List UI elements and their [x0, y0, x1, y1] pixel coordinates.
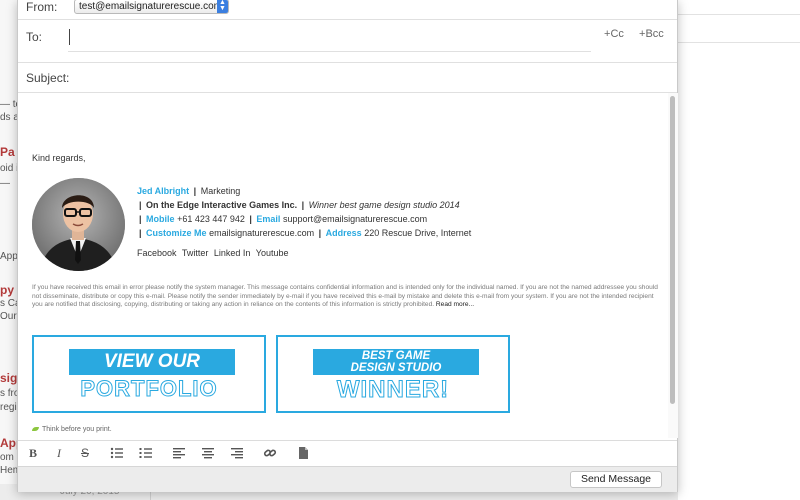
format-toolbar: B I S: [18, 440, 677, 466]
read-more-link[interactable]: Read more...: [436, 301, 474, 308]
banner-line-2: DESIGN STUDIO: [350, 362, 442, 374]
signature-line-1: Jed Albright | Marketing: [137, 186, 241, 196]
signature-role: Marketing: [200, 186, 241, 196]
signature-tagline: Winner best game design studio 2014: [308, 200, 460, 210]
disclaimer: If you have received this email in error…: [32, 284, 662, 310]
reading-pane-background: [678, 0, 800, 500]
add-cc-button[interactable]: +Cc: [604, 28, 624, 40]
bcc-label: Bcc: [645, 28, 664, 40]
mobile-label: Mobile: [146, 214, 175, 224]
banner-bottom-text: WINNER!: [336, 376, 450, 404]
banner-bottom-text: PORTFOLIO: [80, 376, 218, 402]
social-link-twitter[interactable]: Twitter: [182, 248, 209, 258]
leaf-icon: [32, 427, 39, 432]
banner-top-text: BEST GAME DESIGN STUDIO: [313, 349, 479, 375]
profile-photo: [32, 178, 125, 271]
signature-line-2: | On the Edge Interactive Games Inc. | W…: [139, 200, 460, 210]
scrollbar-thumb[interactable]: [670, 96, 675, 404]
think-text: Think before you print.: [42, 426, 112, 433]
divider: [68, 51, 591, 52]
align-left-icon[interactable]: [172, 446, 186, 460]
signature-line-4: | Customize Me emailsignaturerescue.com …: [139, 228, 472, 238]
from-row: From: test@emailsignaturerescue.com ▲ ▼: [18, 0, 677, 18]
italic-button[interactable]: I: [52, 446, 66, 460]
social-link-linkedin[interactable]: Linked In: [214, 248, 251, 258]
banner-top-text: VIEW OUR: [69, 349, 235, 375]
social-link-facebook[interactable]: Facebook: [137, 248, 177, 258]
banner-line-1: BEST GAME: [361, 350, 431, 362]
greeting: Kind regards,: [32, 153, 86, 163]
from-label: From:: [26, 0, 58, 14]
numbered-list-icon[interactable]: [139, 446, 153, 460]
think-before-print: Think before you print.: [32, 426, 112, 433]
to-row[interactable]: To:: [18, 27, 677, 47]
email-label: Email: [256, 214, 281, 224]
attachment-icon[interactable]: [296, 446, 310, 460]
address-value: 220 Rescue Drive, Internet: [364, 228, 472, 238]
subject-label: Subject:: [26, 71, 70, 85]
divider: [678, 42, 800, 43]
portfolio-banner[interactable]: VIEW OUR PORTFOLIO: [32, 335, 266, 413]
select-arrows-icon: ▲ ▼: [217, 0, 228, 13]
social-link-youtube[interactable]: Youtube: [256, 248, 289, 258]
customize-value[interactable]: emailsignaturerescue.com: [209, 228, 314, 238]
signature-company: On the Edge Interactive Games Inc.: [146, 200, 298, 210]
signature: Jed Albright | Marketing | On the Edge I…: [137, 184, 471, 240]
signature-name: Jed Albright: [137, 186, 190, 196]
message-body[interactable]: Kind regards, Jed Albright | Marketing |…: [18, 93, 668, 438]
signature-line-3: | Mobile +61 423 447 942 | Email support…: [139, 214, 428, 224]
compose-window: From: test@emailsignaturerescue.com ▲ ▼ T…: [17, 0, 678, 492]
from-select[interactable]: test@emailsignaturerescue.com ▲ ▼: [74, 0, 229, 14]
from-value: test@emailsignaturerescue.com: [79, 1, 222, 12]
text-cursor: [69, 29, 70, 45]
bullet-list-icon[interactable]: [110, 446, 124, 460]
divider: [678, 14, 800, 15]
divider: [18, 19, 677, 20]
disclaimer-text: If you have received this email in error…: [32, 284, 658, 309]
strikethrough-button[interactable]: S: [78, 446, 92, 460]
bold-button[interactable]: B: [26, 446, 40, 460]
send-message-button[interactable]: Send Message: [570, 471, 662, 488]
to-label: To:: [26, 30, 43, 44]
divider: [18, 62, 677, 63]
add-bcc-button[interactable]: +Bcc: [639, 28, 664, 40]
cc-label: Cc: [610, 28, 624, 40]
customize-label: Customize Me: [146, 228, 207, 238]
social-links: Facebook Twitter Linked In Youtube: [137, 248, 292, 258]
compose-footer: Send Message: [18, 466, 677, 492]
address-label: Address: [325, 228, 362, 238]
award-banner[interactable]: BEST GAME DESIGN STUDIO WINNER!: [276, 335, 510, 413]
link-icon[interactable]: [263, 446, 277, 460]
mobile-value: +61 423 447 942: [177, 214, 245, 224]
align-center-icon[interactable]: [201, 446, 215, 460]
email-value[interactable]: support@emailsignaturerescue.com: [283, 214, 427, 224]
align-right-icon[interactable]: [230, 446, 244, 460]
